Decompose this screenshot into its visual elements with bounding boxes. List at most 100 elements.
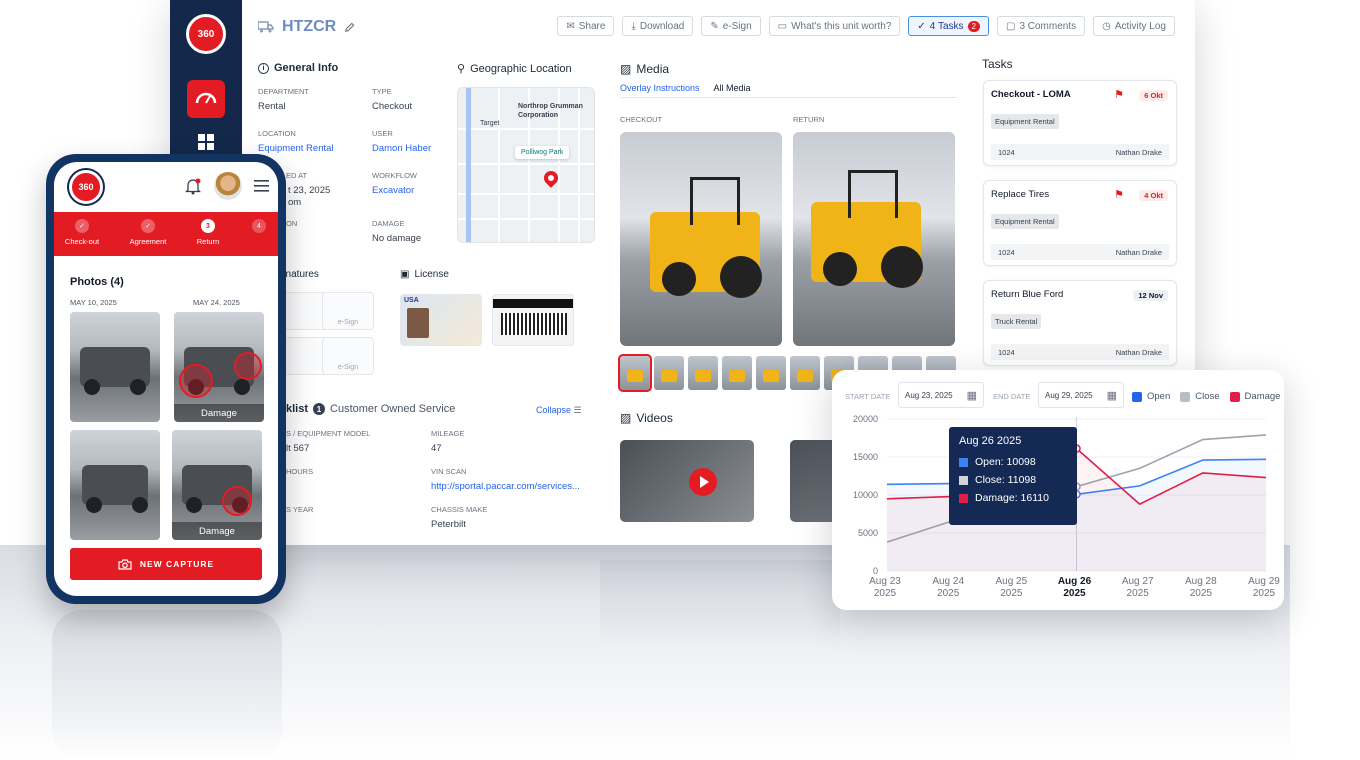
map-place-label: Northrop Grumman Corporation — [518, 103, 583, 119]
signature-box[interactable]: e-Sign — [322, 337, 374, 375]
workflow-link[interactable]: Excavator — [372, 185, 414, 196]
flag-icon[interactable]: ⚑ — [1114, 88, 1124, 101]
tab-all-media[interactable]: All Media — [714, 83, 751, 97]
person-pin-icon: ⚲ — [457, 63, 466, 75]
media-thumbnail[interactable] — [654, 356, 684, 390]
clock-icon: ◷ — [1102, 20, 1111, 32]
general-info-title: i General Info — [258, 62, 338, 74]
image-icon: ▨ — [620, 411, 632, 425]
license-back[interactable] — [492, 294, 574, 346]
new-capture-button[interactable]: NEW CAPTURE — [70, 548, 262, 580]
hours-label: HOURS — [286, 467, 314, 476]
task-card[interactable]: Replace Tires ⚑ 4 Okt Equipment Rental 1… — [983, 180, 1177, 266]
mileage-label: MILEAGE — [431, 429, 465, 438]
x-tick-label: Aug 29 — [1248, 576, 1280, 587]
signature-box[interactable]: e-Sign — [322, 292, 374, 330]
check-icon: ✓ — [75, 219, 89, 233]
bell-icon[interactable] — [185, 178, 201, 195]
task-due-badge: 4 Okt — [1139, 190, 1168, 201]
location-map[interactable]: Northrop Grumman Corporation Target Poll… — [457, 87, 595, 243]
media-thumbnail[interactable] — [688, 356, 718, 390]
collapse-button[interactable]: Collapse ☰ — [536, 405, 582, 416]
unit-title: HTZCR — [258, 18, 355, 36]
share-button[interactable]: ✉ Share — [557, 16, 615, 36]
map-target-label: Target — [480, 120, 500, 127]
download-button[interactable]: ⤓ Download — [622, 16, 694, 36]
task-due-badge: 6 Okt — [1139, 90, 1168, 101]
media-title: ▨ Media — [620, 62, 670, 76]
damage-marker[interactable] — [234, 352, 262, 380]
task-footer: 1024 Nathan Drake — [991, 244, 1169, 260]
edit-pencil-icon[interactable] — [344, 22, 355, 33]
vehicle-photo[interactable] — [70, 430, 160, 540]
flag-icon[interactable]: ⚑ — [1114, 188, 1124, 201]
type-label: TYPE — [372, 87, 392, 96]
mobile-logo[interactable]: 360 — [69, 170, 103, 204]
task-tag: Equipment Rental — [991, 114, 1059, 129]
step-checkout[interactable]: ✓ Check-out — [54, 219, 110, 246]
comment-icon: ▢ — [1005, 20, 1016, 32]
damage-marker[interactable] — [179, 364, 213, 398]
x-tick-year: 2025 — [937, 588, 960, 599]
unit-worth-button[interactable]: ▭ What's this unit worth? — [768, 16, 901, 36]
return-label: RETURN — [793, 115, 825, 124]
app-logo[interactable]: 360 — [186, 14, 226, 54]
activity-log-button[interactable]: ◷ Activity Log — [1093, 16, 1175, 36]
license-front[interactable]: USA — [400, 294, 482, 346]
location-link[interactable]: Equipment Rental — [258, 143, 334, 154]
task-card[interactable]: Return Blue Ford 12 Nov Truck Rental 102… — [983, 280, 1177, 366]
message-icon: ▭ — [777, 20, 788, 32]
step-next[interactable]: 4 — [231, 219, 278, 237]
vehicle-photo-damage[interactable]: Damage — [172, 430, 262, 540]
media-thumbnail[interactable] — [618, 354, 652, 392]
tooltip-row-damage: Damage: 16110 — [959, 492, 1067, 504]
x-tick-year: 2025 — [874, 588, 897, 599]
map-location-tag: Polliwog Park — [515, 146, 570, 159]
tab-overlay-instructions[interactable]: Overlay Instructions — [620, 83, 700, 97]
check-circle-icon: ✓ — [917, 20, 926, 32]
mobile-topbar: 360 — [54, 162, 278, 212]
mail-icon: ✉ — [566, 20, 575, 32]
created-date: t 23, 2025 — [288, 185, 331, 196]
x-tick-year: 2025 — [1063, 588, 1086, 599]
vehicle-photo-damage[interactable]: Damage — [174, 312, 264, 422]
video-thumbnail[interactable] — [620, 440, 754, 522]
department-value: Rental — [258, 101, 286, 112]
play-icon[interactable] — [689, 468, 717, 496]
tooltip-title: Aug 26 2025 — [959, 435, 1022, 447]
photos-title: Photos (4) — [70, 276, 124, 288]
department-label: DEPARTMENT — [258, 87, 309, 96]
media-thumbnail[interactable] — [790, 356, 820, 390]
task-tag: Truck Rental — [991, 314, 1042, 329]
info-icon: i — [258, 62, 269, 74]
step-return[interactable]: 3 Return — [180, 219, 236, 246]
download-icon: ⤓ — [631, 20, 636, 32]
task-card[interactable]: Checkout - LOMA ⚑ 6 Okt Equipment Rental… — [983, 80, 1177, 166]
created-label: ED AT — [286, 171, 308, 180]
checklist-count: 1 — [313, 403, 326, 415]
vehicle-photo[interactable] — [70, 312, 160, 422]
tasks-button[interactable]: ✓ 4 Tasks 2 — [908, 16, 989, 36]
menu-icon[interactable] — [254, 180, 269, 192]
esign-button[interactable]: ✎ e-Sign — [701, 16, 761, 36]
grid-icon[interactable] — [198, 134, 214, 150]
task-footer: 1024 Nathan Drake — [991, 144, 1169, 160]
user-link[interactable]: Damon Haber — [372, 143, 431, 154]
return-photo[interactable] — [793, 132, 955, 346]
media-tabs: Overlay Instructions All Media — [620, 83, 957, 98]
dashboard-icon[interactable] — [187, 80, 225, 118]
damage-marker[interactable] — [222, 486, 252, 516]
step-agreement[interactable]: ✓ Agreement — [120, 219, 176, 246]
damage-value: No damage — [372, 233, 422, 244]
truck-icon — [258, 21, 274, 33]
checkout-photo[interactable] — [620, 132, 782, 346]
checkout-label: CHECKOUT — [620, 115, 663, 124]
task-footer: 1024 Nathan Drake — [991, 344, 1169, 360]
workflow-steps: ✓ Check-out ✓ Agreement 3 Return 4 — [54, 212, 278, 256]
media-thumbnail[interactable] — [756, 356, 786, 390]
vin-link[interactable]: http://sportal.paccar.com/services... — [431, 481, 580, 492]
avatar[interactable] — [214, 172, 242, 200]
x-tick-label: Aug 28 — [1185, 576, 1217, 587]
comments-button[interactable]: ▢ 3 Comments — [996, 16, 1086, 36]
media-thumbnail[interactable] — [722, 356, 752, 390]
